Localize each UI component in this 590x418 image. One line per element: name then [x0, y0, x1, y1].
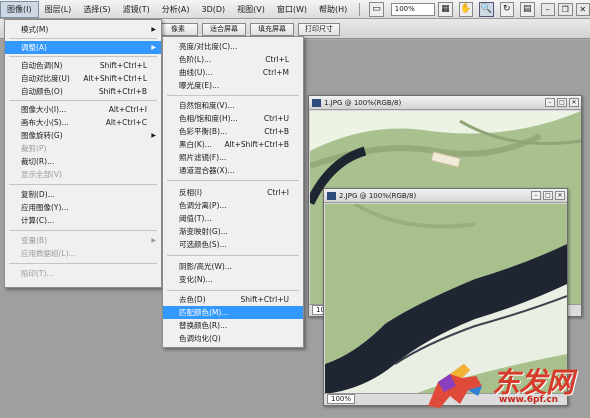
menu-layer[interactable]: 图层(L): [39, 1, 78, 18]
image-menu-dropdown: 模式(M) ▶ 调整(A) ▶ 自动色调(N) Shift+Ctrl+L 自动对比度(…: [4, 19, 162, 288]
adjust-menu-item[interactable]: 曲线(U)... Ctrl+M: [163, 66, 303, 79]
doc2-titlebar[interactable]: 2.JPG @ 100%(RGB/8) – □ ✕: [324, 189, 567, 203]
actual-pixels-button[interactable]: 像素: [158, 23, 198, 36]
menu-window[interactable]: 窗口(W): [271, 1, 313, 18]
hand-tool-icon[interactable]: ✋: [458, 1, 474, 17]
image-menu-item[interactable]: 计算(C)...: [5, 214, 161, 227]
menu-divider: [9, 38, 157, 39]
doc1-title: 1.JPG @ 100%(RGB/8): [324, 99, 402, 107]
menu-select[interactable]: 选择(S): [77, 1, 116, 18]
menu-divider: [167, 180, 299, 181]
image-menu-item[interactable]: 复制(D)...: [5, 188, 161, 201]
menu-divider: [167, 95, 299, 96]
adjust-menu-item[interactable]: 色彩平衡(B)... Ctrl+B: [163, 125, 303, 138]
minimize-icon[interactable]: –: [540, 2, 556, 16]
restore-icon[interactable]: ❐: [558, 2, 573, 16]
menu-view[interactable]: 视图(V): [231, 1, 271, 18]
zoom-tool-icon[interactable]: 🔍: [479, 1, 494, 17]
image-menu-item-disabled: 变量(B) ▶: [21, 236, 156, 245]
image-menu-item[interactable]: 自动颜色(O) Shift+Ctrl+B: [5, 85, 161, 98]
image-menu-item-disabled: 陷印(T)...: [21, 269, 54, 278]
adjust-menu-item[interactable]: 阈值(T)...: [163, 212, 303, 225]
arrange-icon[interactable]: ▦: [438, 1, 453, 17]
doc1-close-icon[interactable]: ✕: [569, 98, 579, 107]
menu-divider: [9, 56, 157, 57]
submenu-arrow-icon: ▶: [151, 26, 156, 33]
menu-image[interactable]: 图像(I): [0, 0, 39, 18]
submenu-arrow-icon: ▶: [151, 237, 156, 244]
menu-divider: [9, 230, 157, 231]
image-menu-item[interactable]: 应用图像(Y)...: [5, 201, 161, 214]
adjust-menu-item[interactable]: 反相(I) Ctrl+I: [163, 186, 303, 199]
adjust-menu-item[interactable]: 自然饱和度(V)...: [163, 99, 303, 112]
doc2-minimize-icon[interactable]: –: [531, 191, 541, 200]
menu-analysis[interactable]: 分析(A): [156, 1, 196, 18]
submenu-arrow-icon: ▶: [151, 132, 156, 139]
adjust-menu-item[interactable]: 曝光度(E)...: [163, 79, 303, 92]
panels-icon[interactable]: ▤: [520, 1, 535, 17]
menu-divider: [9, 263, 157, 264]
doc2-zoom-field[interactable]: 100%: [327, 394, 356, 404]
menu-3d[interactable]: 3D(D): [196, 1, 232, 18]
adjust-menu-item[interactable]: 渐变映射(G)...: [163, 225, 303, 238]
doc1-minimize-icon[interactable]: –: [545, 98, 555, 107]
adjust-menu-item[interactable]: 色阶(L)... Ctrl+L: [163, 53, 303, 66]
adjust-menu-item[interactable]: 色调分离(P)...: [163, 199, 303, 212]
fill-screen-button[interactable]: 填充屏幕: [250, 23, 294, 36]
image-menu-item[interactable]: 画布大小(S)... Alt+Ctrl+C: [5, 116, 161, 129]
image-menu-item[interactable]: 模式(M) ▶: [5, 23, 161, 36]
adjust-menu-item[interactable]: 亮度/对比度(C)...: [163, 40, 303, 53]
image-menu-item[interactable]: 自动色调(N) Shift+Ctrl+L: [5, 59, 161, 72]
zoom-select[interactable]: 100%: [390, 2, 436, 16]
image-menu-item[interactable]: 裁切(R)...: [5, 155, 161, 168]
adjust-menu-item[interactable]: 照片滤镜(F)...: [163, 151, 303, 164]
screen-mode-icon[interactable]: ▭: [369, 1, 384, 17]
doc1-maximize-icon[interactable]: □: [557, 98, 567, 107]
adjust-menu-item-match-color[interactable]: 匹配颜色(M)...: [163, 306, 303, 319]
doc2-maximize-icon[interactable]: □: [543, 191, 553, 200]
image-menu-item-adjustments[interactable]: 调整(A) ▶: [5, 41, 161, 54]
menubar-divider: [359, 2, 361, 16]
image-menu-item-disabled: 应用数据组(L)...: [21, 249, 76, 258]
watermark-url: www.6pf.cn: [499, 395, 559, 405]
adjust-menu-item[interactable]: 替换颜色(R)...: [163, 319, 303, 332]
close-icon[interactable]: ✕: [575, 2, 590, 16]
print-size-button[interactable]: 打印尺寸: [298, 23, 340, 36]
menu-divider: [9, 100, 157, 101]
menu-filter[interactable]: 滤镜(T): [117, 1, 156, 18]
submenu-arrow-icon: ▶: [151, 44, 156, 51]
adjust-menu-item[interactable]: 色调均化(Q): [163, 332, 303, 345]
menu-divider: [167, 290, 299, 291]
image-menu-item[interactable]: 自动对比度(U) Alt+Shift+Ctrl+L: [5, 72, 161, 85]
doc2-title: 2.JPG @ 100%(RGB/8): [339, 192, 417, 200]
image-menu-item-disabled: 裁剪(P): [21, 144, 47, 153]
adjust-menu-item[interactable]: 色相/饱和度(H)... Ctrl+U: [163, 112, 303, 125]
watermark-horse-logo: [428, 364, 482, 408]
adjust-menu-item[interactable]: 通道混合器(X)...: [163, 164, 303, 177]
fit-screen-button[interactable]: 适合屏幕: [202, 23, 246, 36]
image-menu-item[interactable]: 图像大小(I)... Alt+Ctrl+I: [5, 103, 161, 116]
menu-divider: [167, 255, 299, 256]
adjustments-submenu: 亮度/对比度(C)... 色阶(L)... Ctrl+L 曲线(U)... Ctrl…: [162, 36, 304, 348]
adjust-menu-item[interactable]: 黑白(K)... Alt+Shift+Ctrl+B: [163, 138, 303, 151]
rotate-view-icon[interactable]: ↻: [499, 1, 515, 17]
image-menu-item-disabled: 显示全部(V): [21, 170, 62, 179]
adjust-menu-item[interactable]: 可选颜色(S)...: [163, 238, 303, 251]
doc2-close-icon[interactable]: ✕: [555, 191, 565, 200]
adjust-menu-item[interactable]: 阴影/高光(W)...: [163, 260, 303, 273]
image-menu-item[interactable]: 图像旋转(G) ▶: [5, 129, 161, 142]
photoshop-doc-icon: [312, 99, 321, 107]
adjust-menu-item[interactable]: 去色(D) Shift+Ctrl+U: [163, 293, 303, 306]
adjust-menu-item[interactable]: 变化(N)...: [163, 273, 303, 286]
photoshop-doc-icon: [327, 192, 336, 200]
menu-help[interactable]: 帮助(H): [313, 1, 353, 18]
menu-bar: 图像(I) 图层(L) 选择(S) 滤镜(T) 分析(A) 3D(D) 视图(V…: [0, 0, 590, 19]
doc1-titlebar[interactable]: 1.JPG @ 100%(RGB/8) – □ ✕: [309, 96, 581, 110]
menu-divider: [9, 184, 157, 185]
